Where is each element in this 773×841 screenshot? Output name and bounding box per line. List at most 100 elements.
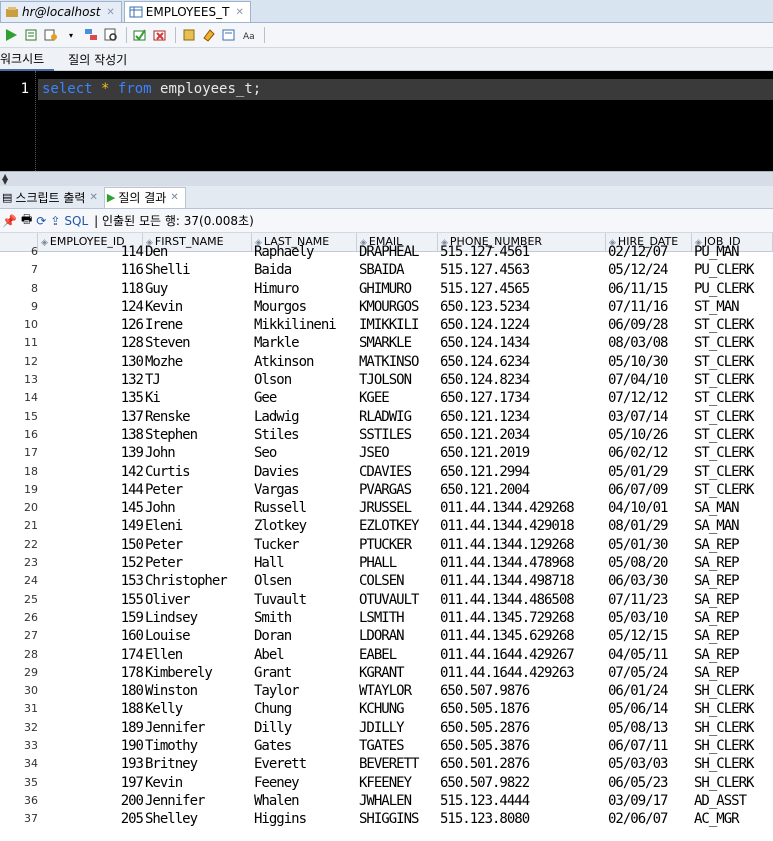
case-toggle-button[interactable]: Aa <box>240 26 258 44</box>
cell-phone-number[interactable]: 650.121.1234 <box>440 408 530 426</box>
cell-hire-date[interactable]: 05/12/24 <box>608 261 668 279</box>
table-row[interactable]: 36 200 Jennifer Whalen JWHALEN 515.123.4444 03… <box>0 792 773 810</box>
cell-job-id[interactable]: SA_REP <box>694 609 740 627</box>
table-row[interactable]: 25 155 Oliver Tuvault OTUVAULT 011.44.1344.48… <box>0 591 773 609</box>
table-row[interactable]: 17 139 John Seo JSEO 650.121.2019 06/02/12 ST_C… <box>0 444 773 462</box>
cell-hire-date[interactable]: 05/08/20 <box>608 554 668 572</box>
cell-phone-number[interactable]: 011.44.1644.429263 <box>440 664 575 682</box>
cell-first-name[interactable]: Ki <box>145 389 161 407</box>
cell-hire-date[interactable]: 04/05/11 <box>608 646 668 664</box>
cell-email[interactable]: JRUSSEL <box>359 499 412 517</box>
sql-history-button[interactable] <box>220 26 238 44</box>
cell-hire-date[interactable]: 06/01/24 <box>608 682 668 700</box>
cell-last-name[interactable]: Atkinson <box>254 353 314 371</box>
cell-email[interactable]: TJOLSON <box>359 371 412 389</box>
cell-job-id[interactable]: SH_CLERK <box>694 737 754 755</box>
table-row[interactable]: 26 159 Lindsey Smith LSMITH 011.44.1345.72926… <box>0 609 773 627</box>
cell-employee-id[interactable]: 144 <box>40 481 144 499</box>
table-row[interactable]: 28 174 Ellen Abel EABEL 011.44.1644.429267 04/… <box>0 646 773 664</box>
cell-employee-id[interactable]: 189 <box>40 719 144 737</box>
cell-last-name[interactable]: Himuro <box>254 280 300 298</box>
cell-first-name[interactable]: Guy <box>145 280 168 298</box>
cell-last-name[interactable]: Gee <box>254 389 277 407</box>
cell-email[interactable]: GHIMURO <box>359 280 412 298</box>
tab-worksheet[interactable]: 워크시트 <box>0 47 55 71</box>
cell-hire-date[interactable]: 06/02/12 <box>608 444 668 462</box>
cell-email[interactable]: JDILLY <box>359 719 405 737</box>
cell-first-name[interactable]: Lindsey <box>145 609 198 627</box>
cell-employee-id[interactable]: 139 <box>40 444 144 462</box>
print-icon[interactable]: 🖶 <box>21 210 32 231</box>
cell-employee-id[interactable]: 178 <box>40 664 144 682</box>
cell-email[interactable]: LSMITH <box>359 609 405 627</box>
cell-first-name[interactable]: Den <box>145 243 168 261</box>
cell-phone-number[interactable]: 515.123.8080 <box>440 810 530 828</box>
cell-phone-number[interactable]: 650.121.2019 <box>440 444 530 462</box>
cell-hire-date[interactable]: 05/03/03 <box>608 755 668 773</box>
cell-phone-number[interactable]: 650.505.1876 <box>440 700 530 718</box>
cell-email[interactable]: KGRANT <box>359 664 405 682</box>
cell-first-name[interactable]: Winston <box>145 682 198 700</box>
cell-last-name[interactable]: Raphaely <box>254 243 314 261</box>
commit-button[interactable] <box>131 26 149 44</box>
cell-email[interactable]: IMIKKILI <box>359 316 419 334</box>
cell-employee-id[interactable]: 197 <box>40 774 144 792</box>
cell-employee-id[interactable]: 150 <box>40 536 144 554</box>
run-script-button[interactable] <box>22 26 40 44</box>
cell-employee-id[interactable]: 188 <box>40 700 144 718</box>
cell-employee-id[interactable]: 132 <box>40 371 144 389</box>
cell-first-name[interactable]: Jennifer <box>145 719 205 737</box>
cell-employee-id[interactable]: 138 <box>40 426 144 444</box>
close-icon[interactable]: ✕ <box>170 192 178 203</box>
table-row[interactable]: 11 128 Steven Markle SMARKLE 650.124.1434 08/0… <box>0 334 773 352</box>
clear-button[interactable] <box>200 26 218 44</box>
cell-last-name[interactable]: Seo <box>254 444 277 462</box>
cell-job-id[interactable]: SA_REP <box>694 572 740 590</box>
table-row[interactable]: 27 160 Louise Doran LDORAN 011.44.1345.629268… <box>0 627 773 645</box>
cell-phone-number[interactable]: 650.121.2034 <box>440 426 530 444</box>
cell-job-id[interactable]: AC_MGR <box>694 810 740 828</box>
cell-employee-id[interactable]: 128 <box>40 334 144 352</box>
cell-employee-id[interactable]: 142 <box>40 463 144 481</box>
cell-last-name[interactable]: Whalen <box>254 792 300 810</box>
table-row[interactable]: 16 138 Stephen Stiles SSTILES 650.121.2034 05/… <box>0 426 773 444</box>
cell-email[interactable]: RLADWIG <box>359 408 412 426</box>
cell-last-name[interactable]: Hall <box>254 554 285 572</box>
cell-email[interactable]: COLSEN <box>359 572 405 590</box>
cell-job-id[interactable]: AD_ASST <box>694 792 747 810</box>
cell-last-name[interactable]: Feeney <box>254 774 300 792</box>
cell-phone-number[interactable]: 650.505.2876 <box>440 719 530 737</box>
cell-last-name[interactable]: Smith <box>254 609 292 627</box>
tab-query-builder[interactable]: 질의 작성기 <box>54 48 137 70</box>
table-row[interactable]: 7 116 Shelli Baida SBAIDA 515.127.4563 05/12/2… <box>0 261 773 279</box>
cell-hire-date[interactable]: 07/12/12 <box>608 389 668 407</box>
cell-job-id[interactable]: ST_CLERK <box>694 316 754 334</box>
pin-icon[interactable]: 📌 <box>2 214 17 228</box>
cell-job-id[interactable]: PU_CLERK <box>694 261 754 279</box>
cell-last-name[interactable]: Higgins <box>254 810 307 828</box>
cell-hire-date[interactable]: 03/07/14 <box>608 408 668 426</box>
table-row[interactable]: 10 126 Irene Mikkilineni IMIKKILI 650.124.122… <box>0 316 773 334</box>
cell-last-name[interactable]: Tucker <box>254 536 300 554</box>
cell-hire-date[interactable]: 08/03/08 <box>608 334 668 352</box>
cell-email[interactable]: TGATES <box>359 737 405 755</box>
cell-last-name[interactable]: Chung <box>254 700 292 718</box>
cell-employee-id[interactable]: 180 <box>40 682 144 700</box>
cell-job-id[interactable]: ST_CLERK <box>694 334 754 352</box>
cell-employee-id[interactable]: 130 <box>40 353 144 371</box>
cell-first-name[interactable]: Steven <box>145 334 191 352</box>
cell-last-name[interactable]: Mikkilineni <box>254 316 337 334</box>
cell-hire-date[interactable]: 05/01/30 <box>608 536 668 554</box>
cell-first-name[interactable]: Kelly <box>145 700 183 718</box>
cell-phone-number[interactable]: 011.44.1344.429018 <box>440 517 575 535</box>
cell-first-name[interactable]: Curtis <box>145 463 191 481</box>
cell-job-id[interactable]: PU_CLERK <box>694 280 754 298</box>
cell-last-name[interactable]: Russell <box>254 499 307 517</box>
cell-hire-date[interactable]: 05/06/14 <box>608 700 668 718</box>
cell-email[interactable]: BEVERETT <box>359 755 419 773</box>
cell-last-name[interactable]: Stiles <box>254 426 300 444</box>
cell-phone-number[interactable]: 650.124.8234 <box>440 371 530 389</box>
cell-hire-date[interactable]: 05/01/29 <box>608 463 668 481</box>
close-icon[interactable]: ✕ <box>89 192 97 203</box>
cell-first-name[interactable]: Louise <box>145 627 191 645</box>
